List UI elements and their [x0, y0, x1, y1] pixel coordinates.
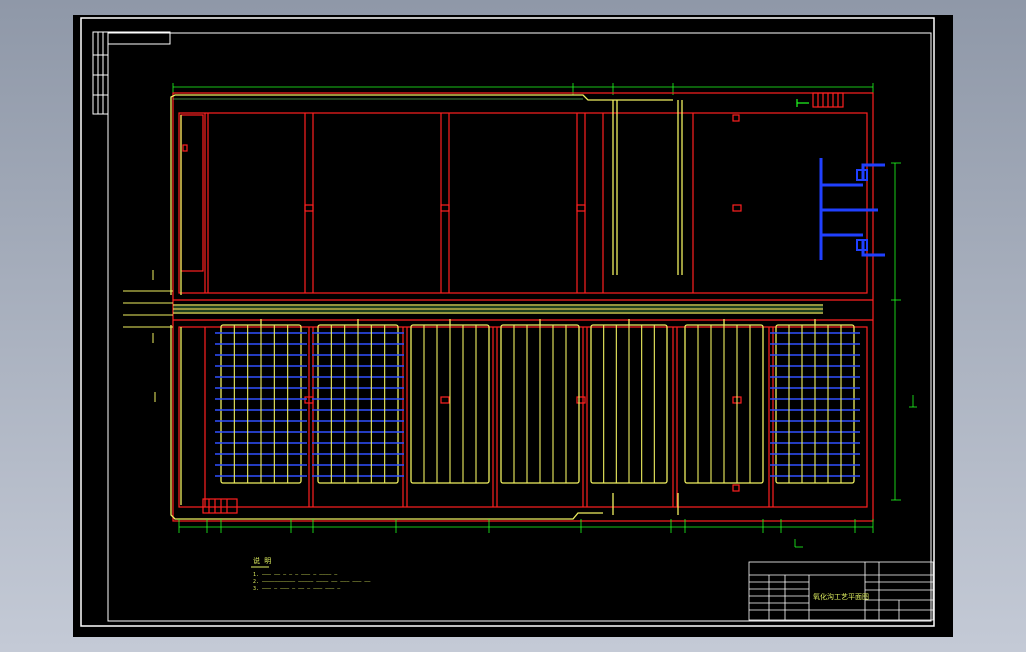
inlet-markers — [123, 270, 173, 402]
notes-block: 说 明 1. ——— —— — — — ——— — ———— — 2. ————… — [251, 556, 371, 592]
notes-heading: 说 明 — [253, 556, 271, 565]
north-arrow-icon — [796, 99, 809, 107]
pump-assembly-icon — [819, 158, 885, 260]
pipe-inner — [173, 98, 823, 312]
notes-line-3: 3. ——— — ——— — —— — ——— ——— — — [253, 586, 341, 592]
drawing-title: 氧化沟工艺平面图 — [813, 592, 869, 601]
notes-line-2: 2. ——————————— ————— ———— —— ——— ——— —— — [253, 579, 371, 585]
aeration-zones — [215, 319, 860, 484]
notes-line-1: 1. ——— —— — — — ——— — ———— — — [253, 572, 338, 578]
title-block — [748, 561, 934, 621]
right-dimension — [891, 162, 917, 501]
bottom-dimension — [178, 519, 874, 548]
outer-frame — [80, 17, 935, 627]
binding-strip — [92, 31, 171, 115]
cad-drawing: 说 明 1. ——— —— — — — ——— — ———— — 2. ————… — [80, 17, 935, 627]
drawing-sheet: 说 明 1. ——— —— — — — ——— — ———— — 2. ————… — [73, 15, 953, 637]
